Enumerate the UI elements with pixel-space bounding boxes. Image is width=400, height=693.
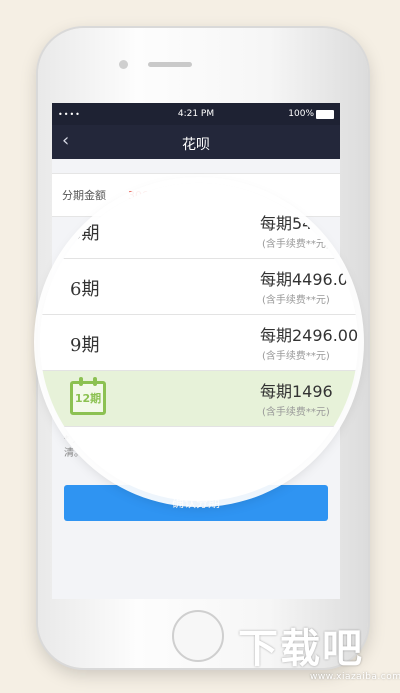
- earpiece-speaker: [148, 62, 192, 67]
- option-6-periods[interactable]: 6期 每期4496.0 (含手续费**元): [40, 259, 358, 315]
- option-term: 6期: [70, 279, 100, 300]
- amount-label: 分期金额: [62, 189, 106, 202]
- front-camera: [119, 60, 128, 69]
- option-12-periods-selected[interactable]: 12期 每期1496 (含手续费**元): [40, 371, 358, 427]
- option-term: 9期: [70, 335, 100, 356]
- option-amount: 每期4496.0: [260, 270, 348, 289]
- calendar-icon: 12期: [70, 377, 106, 415]
- status-bar: •••• 4:21 PM 100%: [52, 103, 340, 125]
- calendar-term: 12期: [74, 392, 102, 405]
- watermark-url: www.xiazaiba.com: [310, 672, 400, 682]
- nav-bar: ‹ 花呗: [52, 125, 340, 159]
- page-title: 花呗: [182, 137, 210, 153]
- watermark-logo-text: 下载吧: [238, 626, 364, 672]
- battery-percent: 100%: [288, 109, 314, 119]
- magnifier-lens: 3期 每期54 (含手续费**元) 6期 每期4496.0 (含手续费**元) …: [40, 183, 358, 501]
- option-amount: 每期2496.00: [260, 326, 358, 345]
- battery-icon: [316, 110, 334, 119]
- option-fee: (含手续费**元): [262, 351, 330, 362]
- option-term: 3期: [70, 223, 100, 244]
- option-amount: 每期54: [260, 214, 313, 233]
- option-3-periods[interactable]: 3期 每期54 (含手续费**元): [40, 203, 358, 259]
- option-9-periods[interactable]: 9期 每期2496.00 (含手续费**元): [40, 315, 358, 371]
- option-fee: (含手续费**元): [262, 407, 330, 418]
- option-fee: (含手续费**元): [262, 295, 330, 306]
- option-amount: 每期1496: [260, 382, 333, 401]
- site-watermark: 下载吧 www.xiazaiba.com: [232, 610, 400, 693]
- option-fee: (含手续费**元): [262, 239, 330, 250]
- home-button[interactable]: [172, 610, 224, 662]
